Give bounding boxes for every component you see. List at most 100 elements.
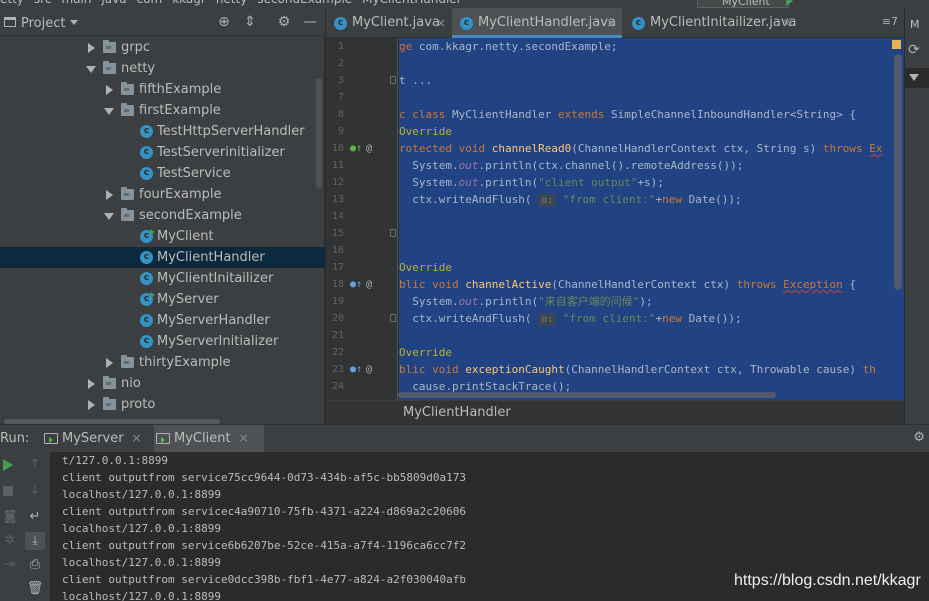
code-line[interactable]: ctx.writeAndFlush( o: "from client:"+new… (399, 310, 742, 327)
override-marker-icon[interactable]: ●↑ (350, 276, 362, 293)
tree-file[interactable]: c MyServer (0, 289, 325, 310)
print-icon[interactable]: ⎙ (25, 556, 45, 574)
chevron-down-icon[interactable] (104, 213, 114, 220)
soft-wrap-button[interactable]: ↵ (25, 508, 45, 526)
scroll-to-end-button[interactable]: ⤓ (25, 532, 45, 550)
chevron-right-icon[interactable] (88, 400, 95, 410)
tree-folder[interactable]: fourExample (0, 184, 325, 205)
scroll-down-button[interactable]: ↓ (25, 482, 45, 500)
tree-file[interactable]: c MyClientHandler (0, 247, 325, 268)
gear-icon[interactable]: ⚙ (913, 430, 925, 445)
breadcrumb-item[interactable]: src (34, 0, 52, 6)
exit-icon[interactable]: ⇥ (0, 556, 20, 574)
tab-myclienthandler[interactable]: c MyClientHandler.java × (452, 8, 622, 38)
breadcrumb-item[interactable]: com (137, 0, 163, 6)
close-icon[interactable]: × (239, 431, 249, 445)
code-line[interactable]: ge com.kkagr.netty.secondExample; (399, 38, 618, 55)
collapse-all-icon[interactable]: ⇕ (242, 14, 258, 30)
chevron-down-icon[interactable] (104, 108, 114, 115)
breadcrumb-item[interactable]: kkagr (172, 0, 206, 6)
project-panel-title[interactable]: Project (21, 16, 65, 31)
run-tab-myclient[interactable]: MyClient × (154, 425, 264, 452)
tree-file[interactable]: c MyClient (0, 226, 325, 247)
code-editor[interactable]: 1 2 3 7 8 9 10 11 12 13 14 15 16 17 18 19 20 21 22 23 24 ●↑ @ ●… (326, 38, 904, 400)
gear-icon[interactable]: ⚙ (276, 14, 292, 30)
tree-file[interactable]: c TestService (0, 163, 325, 184)
expand-row[interactable] (905, 68, 929, 88)
chevron-right-icon[interactable] (106, 358, 113, 368)
code-area[interactable]: ge com.kkagr.netty.secondExample; t ... c … (399, 38, 904, 400)
run-icon[interactable] (786, 0, 793, 6)
breadcrumb-item[interactable]: java (101, 0, 126, 6)
tree-file[interactable]: c TestServerinitializer (0, 142, 325, 163)
editor-scrollbar[interactable] (894, 54, 902, 290)
code-line[interactable]: System.out.println("来自客户端的问候"); (399, 293, 652, 310)
breadcrumb-item[interactable]: secondExample (257, 0, 352, 6)
tree-folder[interactable]: secondExample (0, 205, 325, 226)
scroll-up-button[interactable]: ↑ (25, 456, 45, 474)
code-line[interactable]: blic void channelActive(ChannelHandlerCo… (399, 276, 856, 293)
code-line[interactable]: ctx.writeAndFlush( o: "from client:"+new… (399, 191, 742, 208)
chevron-down-icon[interactable] (70, 20, 78, 25)
breadcrumb-class[interactable]: MyClientHandler (403, 405, 511, 420)
override-marker-icon[interactable]: ●↑ (350, 140, 362, 157)
breadcrumb-item[interactable]: main (61, 0, 91, 6)
stop-button[interactable] (0, 482, 20, 500)
chevron-right-icon[interactable] (88, 43, 95, 53)
project-scrollbar[interactable] (316, 78, 322, 188)
console-icon (44, 433, 58, 444)
rerun-button[interactable] (0, 456, 20, 474)
run-label: Run: (0, 431, 30, 446)
tree-file[interactable]: c MyServerInitializer (0, 331, 325, 352)
fold-icon[interactable] (390, 76, 396, 84)
minimize-icon[interactable]: — (302, 14, 318, 30)
fold-icon[interactable] (390, 229, 396, 237)
code-line[interactable]: blic void exceptionCaught(ChannelHandler… (399, 361, 876, 378)
code-line[interactable]: Override (399, 259, 452, 276)
crosshair-icon[interactable]: ⊕ (216, 14, 232, 30)
camera-icon[interactable]: ◙ (0, 508, 20, 526)
code-line[interactable]: System.out.println("client output"+s); (399, 174, 664, 191)
tree-folder[interactable]: netty (0, 58, 325, 79)
close-icon[interactable]: × (132, 431, 142, 445)
run-configuration-select[interactable]: MyClient (697, 0, 789, 8)
refresh-icon[interactable]: ⟳ (908, 42, 920, 58)
tab-myclient[interactable]: c MyClient.java × (326, 8, 450, 38)
close-icon[interactable]: × (606, 8, 616, 38)
code-line[interactable]: Override (399, 344, 452, 361)
breadcrumb-item[interactable]: etty (0, 0, 24, 6)
chevron-right-icon[interactable] (106, 85, 113, 95)
folder-icon (121, 82, 134, 95)
editor-horizontal-scrollbar[interactable] (398, 392, 776, 398)
breadcrumb-item[interactable]: MyClientHandler (362, 0, 461, 6)
tree-folder[interactable]: thirtyExample (0, 352, 325, 373)
tab-myclientinitailizer[interactable]: c MyClientInitailizer.java × (624, 8, 796, 38)
override-marker-icon[interactable]: ●↑ (350, 361, 362, 378)
code-line[interactable]: System.out.println(ctx.channel().remoteA… (399, 157, 743, 174)
chevron-right-icon[interactable] (88, 379, 95, 389)
code-line[interactable]: c class MyClientHandler extends SimpleCh… (399, 106, 856, 123)
tree-file[interactable]: c MyServerHandler (0, 310, 325, 331)
more-tabs-button[interactable]: ≡7 (882, 15, 898, 28)
tree-folder[interactable]: firstExample (0, 100, 325, 121)
tree-file[interactable]: c TestHttpServerHandler (0, 121, 325, 142)
maven-tool-tab[interactable]: M (910, 18, 920, 31)
tree-file[interactable]: c MyClientInitailizer (0, 268, 325, 289)
tree-folder[interactable]: fifthExample (0, 79, 325, 100)
chevron-right-icon[interactable] (106, 190, 113, 200)
close-icon[interactable]: × (436, 8, 446, 38)
tree-folder[interactable]: proto (0, 394, 325, 415)
breadcrumb-item[interactable]: netty (216, 0, 248, 6)
tree-folder[interactable]: grpc (0, 37, 325, 58)
warning-marker-icon[interactable] (892, 40, 901, 49)
trash-icon[interactable]: 🗑 (25, 580, 45, 598)
tree-folder[interactable]: nio (0, 373, 325, 394)
code-line[interactable]: Override (399, 123, 452, 140)
run-tab-myserver[interactable]: MyServer × (42, 425, 150, 452)
close-icon[interactable]: × (782, 8, 792, 38)
code-line[interactable]: rotected void channelRead0(ChannelHandle… (399, 140, 883, 157)
chevron-down-icon[interactable] (86, 66, 96, 73)
settings-icon[interactable]: ✲ (0, 532, 20, 550)
code-line[interactable]: t ... (399, 72, 432, 89)
fold-icon[interactable] (390, 314, 396, 322)
